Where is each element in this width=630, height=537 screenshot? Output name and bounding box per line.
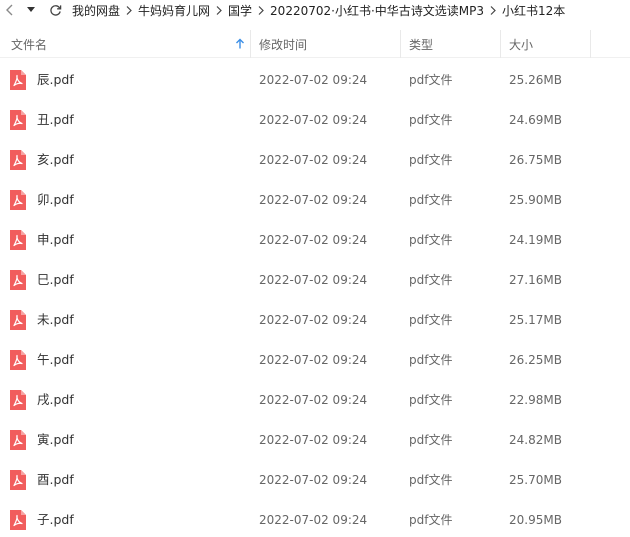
chevron-right-icon bbox=[486, 4, 500, 17]
file-modified-date: 2022-07-02 09:24 bbox=[259, 273, 368, 287]
column-header-size-label: 大小 bbox=[509, 37, 534, 52]
column-divider[interactable] bbox=[590, 30, 591, 58]
column-header-date-label: 修改时间 bbox=[259, 37, 308, 52]
pdf-file-icon bbox=[10, 430, 26, 450]
pdf-file-icon bbox=[10, 190, 26, 210]
file-modified-date: 2022-07-02 09:24 bbox=[259, 393, 368, 407]
column-header-date[interactable]: 修改时间 bbox=[250, 30, 400, 58]
file-type: pdf文件 bbox=[409, 193, 453, 207]
pdf-file-icon bbox=[10, 70, 26, 90]
breadcrumb-item-current[interactable]: 小红书12本 bbox=[502, 2, 565, 19]
file-name[interactable]: 午.pdf bbox=[37, 340, 74, 380]
file-type: pdf文件 bbox=[409, 353, 453, 367]
file-modified-date: 2022-07-02 09:24 bbox=[259, 473, 368, 487]
file-modified-date: 2022-07-02 09:24 bbox=[259, 73, 368, 87]
chevron-left-icon[interactable] bbox=[0, 0, 20, 20]
column-header-type[interactable]: 类型 bbox=[400, 30, 500, 58]
file-row[interactable]: 申.pdf 2022-07-02 09:24 pdf文件 24.19MB bbox=[0, 220, 630, 260]
file-name[interactable]: 巳.pdf bbox=[37, 260, 74, 300]
file-size: 25.17MB bbox=[509, 313, 562, 327]
pdf-file-icon bbox=[10, 230, 26, 250]
file-row[interactable]: 子.pdf 2022-07-02 09:24 pdf文件 20.95MB bbox=[0, 500, 630, 537]
column-header-size[interactable]: 大小 bbox=[500, 30, 590, 58]
file-name[interactable]: 酉.pdf bbox=[37, 460, 74, 500]
file-type: pdf文件 bbox=[409, 393, 453, 407]
pdf-file-icon bbox=[10, 310, 26, 330]
column-header-name-label: 文件名 bbox=[11, 37, 48, 52]
file-row[interactable]: 巳.pdf 2022-07-02 09:24 pdf文件 27.16MB bbox=[0, 260, 630, 300]
file-name[interactable]: 戌.pdf bbox=[37, 380, 74, 420]
file-name[interactable]: 亥.pdf bbox=[37, 140, 74, 180]
breadcrumb: 我的网盘 牛妈妈育儿网 国学 20220702·小红书·中华古诗文选读MP3 小… bbox=[72, 2, 565, 19]
chevron-right-icon bbox=[122, 4, 136, 17]
file-size: 22.98MB bbox=[509, 393, 562, 407]
file-size: 27.16MB bbox=[509, 273, 562, 287]
file-modified-date: 2022-07-02 09:24 bbox=[259, 433, 368, 447]
refresh-icon[interactable] bbox=[44, 0, 66, 20]
breadcrumb-item-my-drive[interactable]: 我的网盘 bbox=[72, 2, 120, 19]
pdf-file-icon bbox=[10, 470, 26, 490]
caret-down-icon[interactable] bbox=[22, 0, 40, 20]
pdf-file-icon bbox=[10, 510, 26, 530]
navigation-bar: 我的网盘 牛妈妈育儿网 国学 20220702·小红书·中华古诗文选读MP3 小… bbox=[0, 0, 630, 20]
file-name[interactable]: 丑.pdf bbox=[37, 100, 74, 140]
breadcrumb-item-folder[interactable]: 国学 bbox=[228, 2, 252, 19]
file-list-header: 文件名 修改时间 类型 大小 bbox=[0, 30, 630, 58]
file-type: pdf文件 bbox=[409, 233, 453, 247]
pdf-file-icon bbox=[10, 390, 26, 410]
file-type: pdf文件 bbox=[409, 473, 453, 487]
chevron-right-icon bbox=[212, 4, 226, 17]
file-name[interactable]: 申.pdf bbox=[37, 220, 74, 260]
column-header-name[interactable]: 文件名 bbox=[0, 30, 250, 58]
file-name[interactable]: 寅.pdf bbox=[37, 420, 74, 460]
file-type: pdf文件 bbox=[409, 153, 453, 167]
file-modified-date: 2022-07-02 09:24 bbox=[259, 193, 368, 207]
file-modified-date: 2022-07-02 09:24 bbox=[259, 513, 368, 527]
column-header-type-label: 类型 bbox=[409, 37, 434, 52]
file-row[interactable]: 亥.pdf 2022-07-02 09:24 pdf文件 26.75MB bbox=[0, 140, 630, 180]
file-size: 26.75MB bbox=[509, 153, 562, 167]
pdf-file-icon bbox=[10, 110, 26, 130]
file-row[interactable]: 丑.pdf 2022-07-02 09:24 pdf文件 24.69MB bbox=[0, 100, 630, 140]
file-modified-date: 2022-07-02 09:24 bbox=[259, 353, 368, 367]
pdf-file-icon bbox=[10, 270, 26, 290]
file-list: 辰.pdf 2022-07-02 09:24 pdf文件 25.26MB 丑.pdf 20… bbox=[0, 60, 630, 537]
file-name[interactable]: 卯.pdf bbox=[37, 180, 74, 220]
file-name[interactable]: 未.pdf bbox=[37, 300, 74, 340]
file-size: 25.90MB bbox=[509, 193, 562, 207]
file-row[interactable]: 未.pdf 2022-07-02 09:24 pdf文件 25.17MB bbox=[0, 300, 630, 340]
breadcrumb-item-folder[interactable]: 20220702·小红书·中华古诗文选读MP3 bbox=[270, 2, 484, 19]
file-row[interactable]: 寅.pdf 2022-07-02 09:24 pdf文件 24.82MB bbox=[0, 420, 630, 460]
file-size: 24.69MB bbox=[509, 113, 562, 127]
file-type: pdf文件 bbox=[409, 273, 453, 287]
file-size: 24.82MB bbox=[509, 433, 562, 447]
file-size: 26.25MB bbox=[509, 353, 562, 367]
file-modified-date: 2022-07-02 09:24 bbox=[259, 153, 368, 167]
pdf-file-icon bbox=[10, 350, 26, 370]
file-type: pdf文件 bbox=[409, 73, 453, 87]
file-size: 25.70MB bbox=[509, 473, 562, 487]
file-type: pdf文件 bbox=[409, 433, 453, 447]
file-name[interactable]: 辰.pdf bbox=[37, 60, 74, 100]
file-type: pdf文件 bbox=[409, 313, 453, 327]
file-row[interactable]: 酉.pdf 2022-07-02 09:24 pdf文件 25.70MB bbox=[0, 460, 630, 500]
sort-ascending-icon[interactable] bbox=[234, 38, 246, 50]
file-row[interactable]: 卯.pdf 2022-07-02 09:24 pdf文件 25.90MB bbox=[0, 180, 630, 220]
file-size: 20.95MB bbox=[509, 513, 562, 527]
chevron-right-icon bbox=[254, 4, 268, 17]
file-type: pdf文件 bbox=[409, 513, 453, 527]
file-modified-date: 2022-07-02 09:24 bbox=[259, 233, 368, 247]
file-modified-date: 2022-07-02 09:24 bbox=[259, 113, 368, 127]
file-row[interactable]: 辰.pdf 2022-07-02 09:24 pdf文件 25.26MB bbox=[0, 60, 630, 100]
pdf-file-icon bbox=[10, 150, 26, 170]
file-row[interactable]: 午.pdf 2022-07-02 09:24 pdf文件 26.25MB bbox=[0, 340, 630, 380]
file-modified-date: 2022-07-02 09:24 bbox=[259, 313, 368, 327]
breadcrumb-item-folder[interactable]: 牛妈妈育儿网 bbox=[138, 2, 210, 19]
file-size: 24.19MB bbox=[509, 233, 562, 247]
file-name[interactable]: 子.pdf bbox=[37, 500, 74, 537]
file-type: pdf文件 bbox=[409, 113, 453, 127]
file-size: 25.26MB bbox=[509, 73, 562, 87]
file-row[interactable]: 戌.pdf 2022-07-02 09:24 pdf文件 22.98MB bbox=[0, 380, 630, 420]
